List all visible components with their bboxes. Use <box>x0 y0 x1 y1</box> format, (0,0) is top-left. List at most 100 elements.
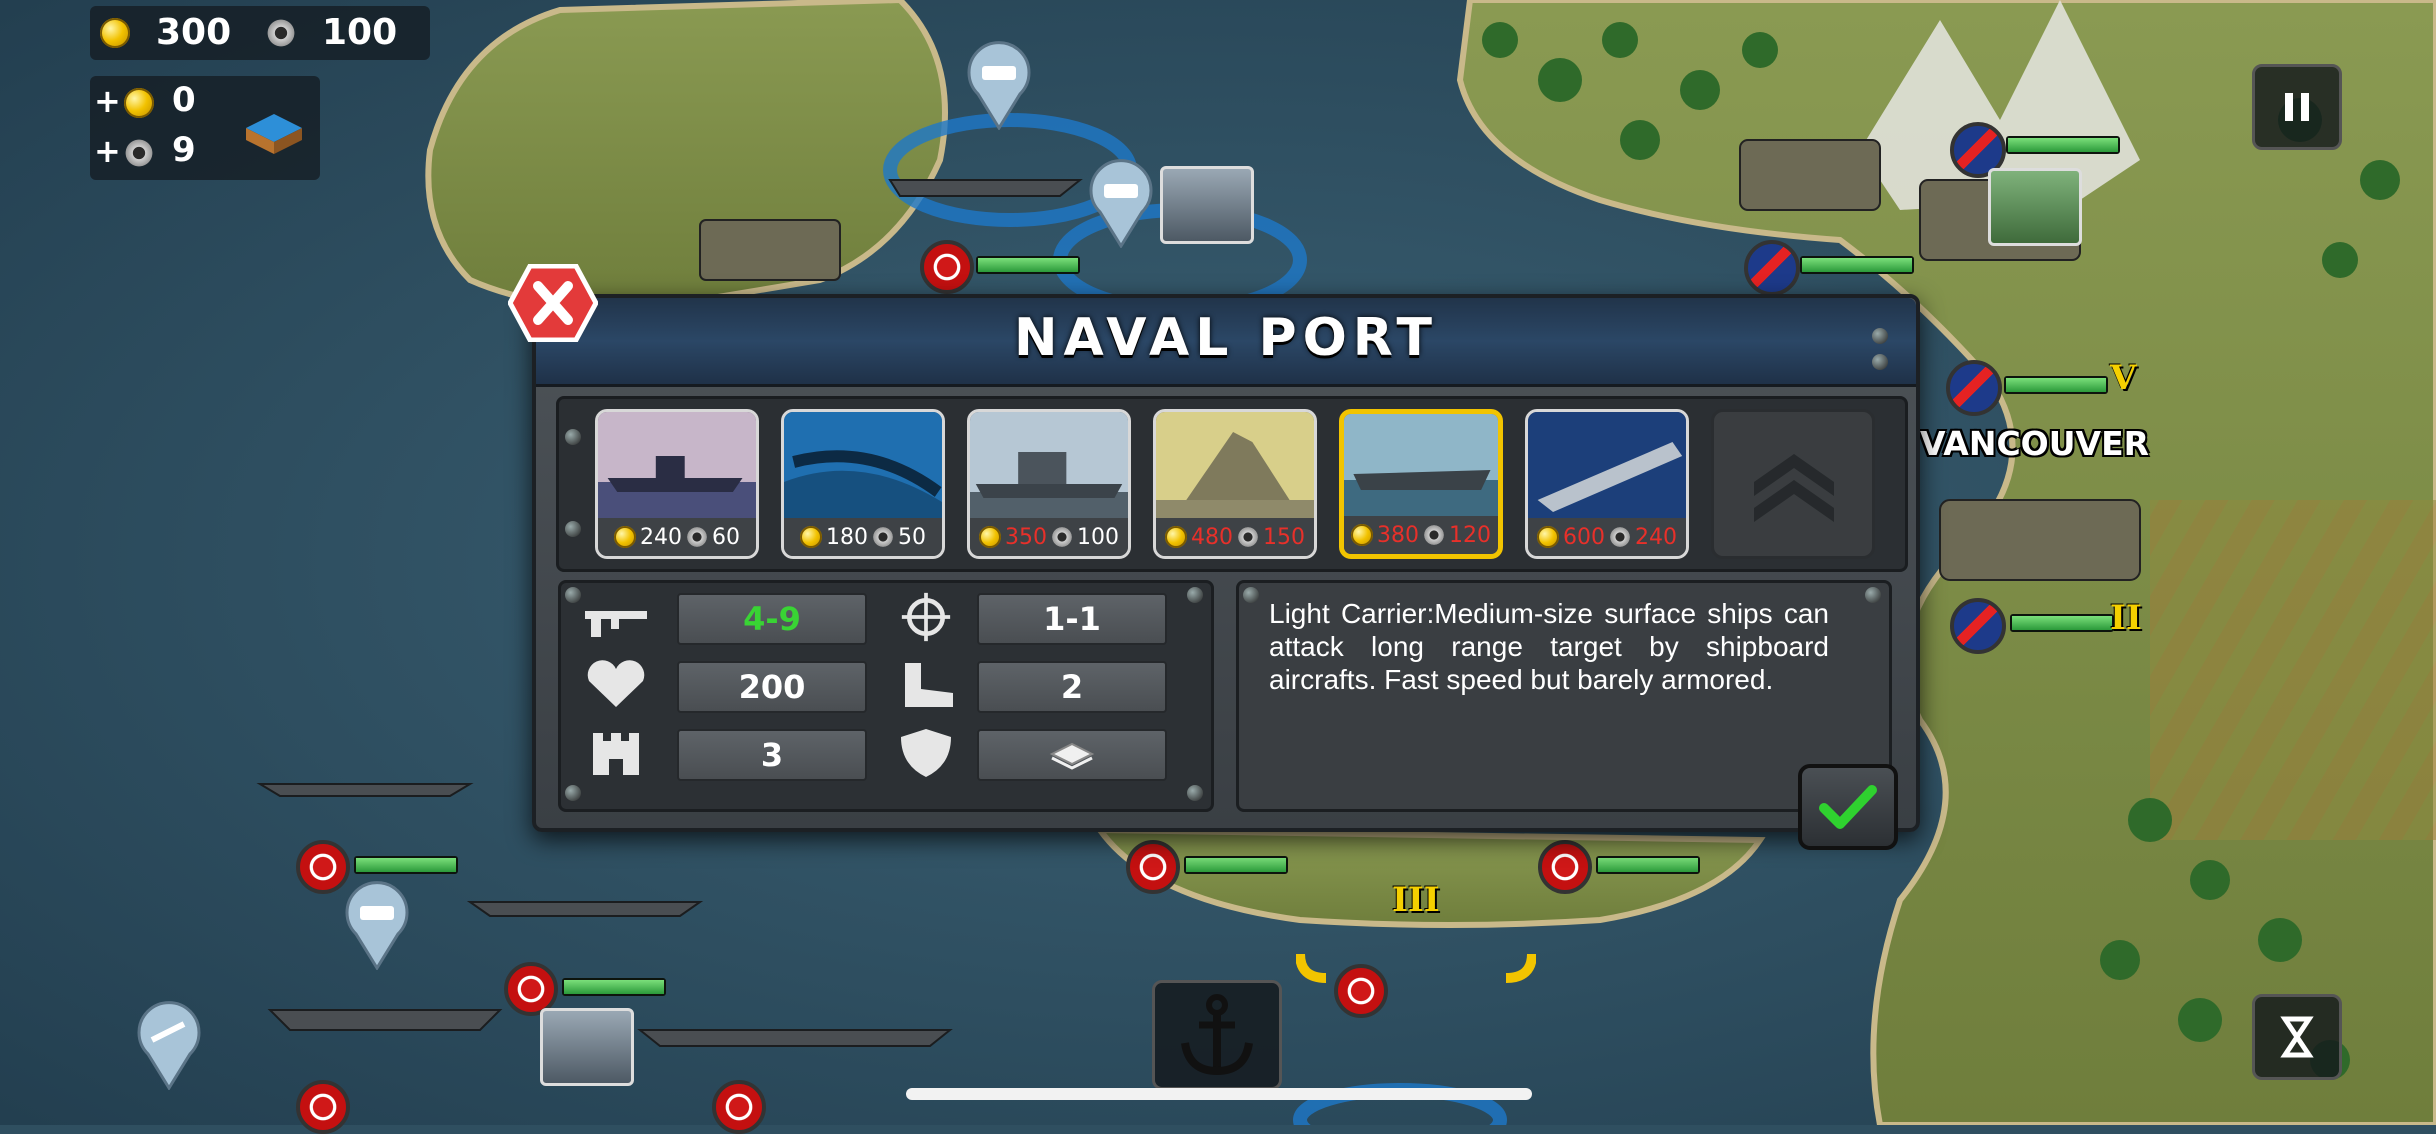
speed-toggle-button[interactable] <box>2252 994 2342 1080</box>
unit-card-cruiser[interactable]: 350 100 <box>967 409 1131 559</box>
city-label[interactable]: VANCOUVER <box>1920 424 2149 463</box>
naval-port-anchor-button[interactable] <box>1152 980 1282 1090</box>
steel-gear-icon <box>1609 526 1631 548</box>
gold-cost: 180 <box>826 524 868 550</box>
artillery-marker-icon[interactable] <box>134 1000 204 1090</box>
light-carrier-image <box>1344 414 1498 522</box>
steel-cost: 150 <box>1263 524 1305 550</box>
rivet <box>565 785 581 801</box>
rivet <box>565 521 581 537</box>
resource-bar: 300 100 <box>90 6 430 60</box>
rivet <box>1865 587 1881 603</box>
unit-stats-panel: 4-9 1-1 200 2 3 <box>558 580 1214 812</box>
general-portrait[interactable] <box>1988 168 2082 246</box>
british-unit-flag-icon[interactable] <box>1946 360 2002 416</box>
general-portrait[interactable] <box>540 1008 634 1086</box>
income-panel: + 0 + 9 <box>90 76 320 180</box>
steel-cost: 60 <box>712 524 740 550</box>
checkmark-icon <box>1819 785 1877 829</box>
tank-marker-icon[interactable] <box>342 880 412 970</box>
gold-coin-icon <box>614 526 636 548</box>
cruiser-image <box>970 412 1128 520</box>
steel-gear-icon <box>686 526 708 548</box>
british-unit-flag-icon[interactable] <box>1950 598 2006 654</box>
naval-port-dialog: NAVAL PORT 240 60 180 50 350 100 480 150… <box>532 294 1920 832</box>
japanese-unit-flag-icon[interactable] <box>712 1080 766 1134</box>
health-bar <box>1596 856 1700 874</box>
gold-income-amount: 0 <box>172 80 196 120</box>
tank-marker-icon[interactable] <box>964 40 1034 130</box>
steel-income-icon <box>124 138 154 168</box>
pause-button[interactable] <box>2252 64 2342 150</box>
japanese-unit-flag-icon[interactable] <box>920 240 974 294</box>
gold-coin-icon <box>1537 526 1559 548</box>
gold-cost: 480 <box>1191 524 1233 550</box>
close-button[interactable] <box>508 264 598 342</box>
rivet <box>1187 785 1203 801</box>
gold-coin-icon <box>1351 524 1373 546</box>
health-bar <box>562 978 666 996</box>
unit-cost: 380 120 <box>1344 516 1498 554</box>
attack-value: 4-9 <box>677 593 867 645</box>
tank-marker-icon[interactable] <box>1086 158 1156 248</box>
japanese-unit-flag-icon[interactable] <box>296 1080 350 1134</box>
health-value: 200 <box>677 661 867 713</box>
armor-type-value <box>977 729 1167 781</box>
unit-card-aircraft-carrier[interactable]: 600 240 <box>1525 409 1689 559</box>
dialog-header: NAVAL PORT <box>536 298 1916 387</box>
general-portrait[interactable] <box>1160 166 1254 244</box>
rank-badge: V <box>2110 358 2137 398</box>
steel-gear-icon <box>266 18 296 48</box>
gold-coin-icon <box>979 526 1001 548</box>
rivet <box>1243 587 1259 603</box>
submarine-image <box>784 412 942 520</box>
hourglass-icon <box>2280 1016 2314 1058</box>
unit-card-destroyer[interactable]: 240 60 <box>595 409 759 559</box>
rank-badge: III <box>1392 880 1440 920</box>
steel-amount: 100 <box>322 12 398 53</box>
british-unit-flag-icon[interactable] <box>1744 240 1800 296</box>
rivet <box>565 587 581 603</box>
boot-movement-icon <box>905 663 953 707</box>
unit-card-submarine[interactable]: 180 50 <box>781 409 945 559</box>
crosshair-icon <box>901 592 951 642</box>
steel-cost: 240 <box>1635 524 1677 550</box>
dialog-title: NAVAL PORT <box>1014 308 1438 368</box>
steel-gear-icon <box>1051 526 1073 548</box>
harbor-building-icon[interactable] <box>242 98 306 158</box>
gold-income-icon <box>124 88 154 118</box>
japanese-unit-flag-icon[interactable] <box>1538 840 1592 894</box>
heart-icon <box>587 660 645 707</box>
rivet <box>565 429 581 445</box>
unit-selection-tray: 240 60 180 50 350 100 480 150 380 120 60… <box>556 396 1908 572</box>
home-indicator[interactable] <box>906 1088 1532 1100</box>
gold-cost: 240 <box>640 524 682 550</box>
unit-card-light-carrier[interactable]: 380 120 <box>1339 409 1503 559</box>
rank-badge: II <box>2110 598 2142 638</box>
unit-card-battleship[interactable]: 480 150 <box>1153 409 1317 559</box>
steel-income-amount: 9 <box>172 130 196 170</box>
shield-icon <box>901 729 951 777</box>
health-bar <box>2010 614 2114 632</box>
aircraft-carrier-image <box>1528 412 1686 520</box>
pause-icon <box>2285 93 2309 121</box>
health-bar <box>2006 136 2120 154</box>
steel-gear-icon <box>1237 526 1259 548</box>
japanese-unit-flag-icon[interactable] <box>1126 840 1180 894</box>
unit-cost: 240 60 <box>598 518 756 556</box>
unit-cost: 350 100 <box>970 518 1128 556</box>
rivet <box>1872 328 1888 344</box>
unit-card-locked[interactable] <box>1711 409 1875 559</box>
gold-amount: 300 <box>156 12 232 53</box>
health-bar <box>976 256 1080 274</box>
gold-cost: 380 <box>1377 522 1419 548</box>
range-value: 1-1 <box>977 593 1167 645</box>
gold-cost: 350 <box>1005 524 1047 550</box>
health-bar <box>2004 376 2108 394</box>
unit-description-panel: Light Carrier:Medium-size surface ships … <box>1236 580 1892 812</box>
confirm-button[interactable] <box>1798 764 1898 850</box>
gold-cost: 600 <box>1563 524 1605 550</box>
steel-cost: 120 <box>1449 522 1491 548</box>
steel-cost: 50 <box>898 524 926 550</box>
unit-cost: 180 50 <box>784 518 942 556</box>
